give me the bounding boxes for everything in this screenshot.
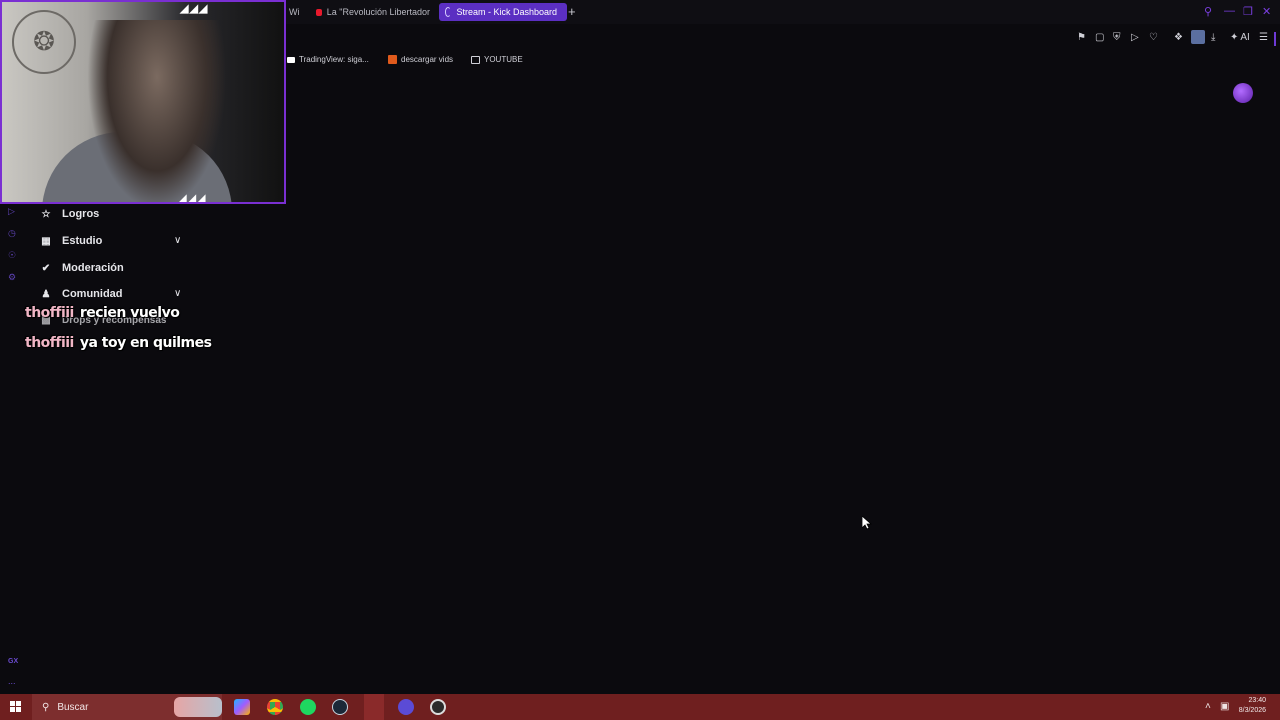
- sidebar-item-label: Comunidad: [62, 288, 123, 300]
- sidebar-item-moderacion[interactable]: ✔ Moderación: [40, 262, 124, 274]
- wrench-icon: ✔: [41, 262, 51, 274]
- menu-icon[interactable]: ☰: [1259, 32, 1268, 43]
- network-icon[interactable]: ▣: [1220, 701, 1229, 712]
- sidebar-item-logros[interactable]: ☆ Logros: [40, 208, 100, 220]
- opera-gx-icon[interactable]: [398, 699, 414, 715]
- sidebar-chat-icon[interactable]: ☉: [8, 250, 16, 261]
- webcam-overlay: ❂ ◢◢◢ ◢◢◢: [0, 0, 286, 204]
- extensions-icon[interactable]: ❖: [1174, 32, 1183, 43]
- sidebar-item-estudio[interactable]: ▦ Estudio: [40, 235, 102, 247]
- maximize-button[interactable]: ❐: [1243, 5, 1253, 18]
- player-icon[interactable]: ▷: [1131, 32, 1139, 43]
- bookmark-youtube-folder[interactable]: YOUTUBE: [471, 55, 523, 64]
- ai-sparkle-icon: ✦: [1230, 32, 1239, 43]
- folder-icon: [471, 55, 480, 64]
- tray-chevron-up-icon[interactable]: ˄: [1205, 701, 1211, 712]
- windows-start-icon[interactable]: [10, 701, 22, 713]
- tab-label: Stream - Kick Dashboard: [456, 7, 557, 17]
- mouse-cursor-icon: [862, 516, 872, 530]
- bookmark-label: YOUTUBE: [484, 55, 523, 64]
- frame-corner-marks-icon: ◢◢◢: [180, 3, 209, 15]
- bookmark-label: descargar vids: [401, 55, 454, 64]
- search-tabs-icon[interactable]: ⚲: [1204, 5, 1212, 18]
- chat-username: thoffiii: [25, 305, 74, 321]
- frame-corner-marks-icon: ◢◢◢: [178, 193, 207, 204]
- sidebar-item-label: Logros: [62, 208, 100, 220]
- copilot-icon[interactable]: [234, 699, 250, 715]
- bookmark-descargar-vids[interactable]: descargar vids: [388, 55, 453, 64]
- obs-icon[interactable]: [430, 699, 446, 715]
- chat-message: thoffiii ya toy en quilmes: [25, 335, 212, 351]
- sidebar-accent-line: [1274, 32, 1276, 46]
- pin-icon[interactable]: ⚑: [1077, 32, 1086, 43]
- ai-button[interactable]: ✦ AI: [1230, 32, 1250, 43]
- sidebar-item-label: Moderación: [62, 262, 124, 274]
- tab-youtube[interactable]: La "Revolución Libertador: [316, 3, 430, 21]
- clock-time: 23:40: [1248, 697, 1266, 704]
- spotify-icon[interactable]: [300, 699, 316, 715]
- tab-partial[interactable]: Wi: [289, 3, 303, 21]
- gx-label[interactable]: GX: [8, 658, 18, 665]
- more-icon[interactable]: ...: [8, 676, 16, 686]
- close-button[interactable]: ✕: [1262, 5, 1271, 18]
- webcam-person: [87, 20, 227, 202]
- sidebar-play-icon[interactable]: ▷: [8, 206, 15, 217]
- profile-extension-icon[interactable]: [1191, 30, 1205, 44]
- sidebar-item-comunidad[interactable]: ♟ Comunidad: [40, 288, 123, 300]
- chat-text: recien vuelvo: [79, 305, 180, 321]
- play-icon: [388, 55, 397, 64]
- taskbar-app-active[interactable]: [364, 694, 384, 720]
- sidebar-item-label: Estudio: [62, 235, 103, 247]
- chat-text: ya toy en quilmes: [79, 335, 212, 351]
- taskbar-clock[interactable]: 23:40 8/3/2026: [1239, 696, 1266, 716]
- chevron-down-icon[interactable]: ∨: [174, 288, 181, 299]
- new-tab-button[interactable]: +: [568, 5, 576, 18]
- shield-icon[interactable]: ⛨: [1113, 32, 1121, 43]
- ai-label: AI: [1240, 32, 1250, 43]
- studio-icon: ▦: [41, 235, 51, 247]
- minimize-button[interactable]: —: [1224, 5, 1235, 17]
- search-highlight-image: [174, 697, 222, 717]
- youtube-icon: [316, 8, 322, 16]
- search-icon: ⚲: [42, 701, 50, 713]
- heart-icon[interactable]: ♡: [1149, 32, 1158, 43]
- snapshot-icon[interactable]: ▢: [1095, 32, 1104, 43]
- download-icon[interactable]: ⤓: [1211, 32, 1215, 43]
- search-placeholder: Buscar: [57, 701, 89, 713]
- bookmark-label: TradingView: siga...: [299, 55, 369, 64]
- sidebar-clock-icon[interactable]: ◷: [8, 228, 16, 239]
- steam-icon[interactable]: [332, 699, 348, 715]
- chat-username: thoffiii: [25, 335, 74, 351]
- trophy-icon: ☆: [41, 208, 51, 220]
- chat-message: thoffiii recien vuelvo: [25, 305, 180, 321]
- taskbar-search[interactable]: ⚲ Buscar: [32, 694, 222, 720]
- avatar[interactable]: [1233, 83, 1253, 103]
- tab-label: Wi: [289, 7, 300, 17]
- bookmark-tradingview[interactable]: TradingView: siga...: [287, 55, 369, 64]
- sidebar-settings-icon[interactable]: ⚙: [8, 272, 16, 283]
- chevron-down-icon[interactable]: ∨: [174, 235, 181, 246]
- community-icon: ♟: [41, 288, 51, 300]
- chrome-icon[interactable]: [267, 699, 283, 715]
- tab-kick-dashboard[interactable]: Stream - Kick Dashboard: [439, 3, 567, 21]
- tab-label: La "Revolución Libertador: [326, 7, 430, 17]
- compass-wall-sign-icon: ❂: [12, 10, 76, 74]
- loading-spinner-icon: [445, 7, 452, 17]
- taskbar: ⚲ Buscar ˄ ▣ 23:40 8/3/2026: [0, 694, 1280, 720]
- tradingview-icon: [287, 56, 295, 63]
- clock-date: 8/3/2026: [1238, 707, 1266, 714]
